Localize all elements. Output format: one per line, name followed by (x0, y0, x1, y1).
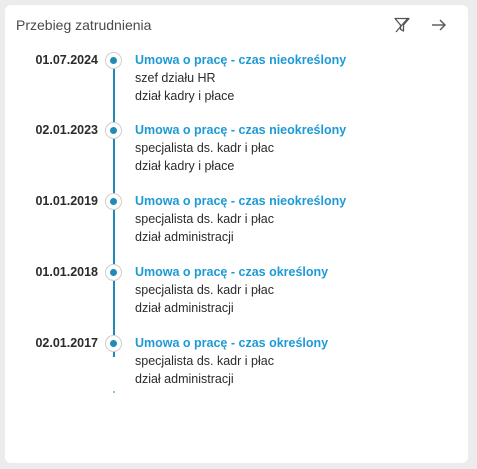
entry-date: 01.07.2024 (35, 53, 98, 67)
entry-position: specjalista ds. kadr i płac (135, 354, 274, 368)
timeline-entry: 02.01.2023 Umowa o pracę - czas nieokreś… (5, 122, 468, 186)
timeline-entry: 01.01.2018 Umowa o pracę - czas określon… (5, 264, 468, 328)
timeline-marker (105, 335, 122, 352)
entry-department: dział kadry i płace (135, 159, 235, 173)
timeline-marker (105, 52, 122, 69)
entry-department: dział administracji (135, 372, 234, 386)
contract-link[interactable]: Umowa o pracę - czas określony (135, 264, 328, 280)
contract-link[interactable]: Umowa o pracę - czas nieokreślony (135, 52, 346, 68)
entry-department: dział kadry i płace (135, 89, 235, 103)
timeline-marker (105, 264, 122, 281)
employment-timeline: 01.07.2024 Umowa o pracę - czas nieokreś… (5, 5, 468, 463)
entry-date: 02.01.2017 (35, 336, 98, 350)
entry-position: specjalista ds. kadr i płac (135, 141, 274, 155)
timeline-entry: 01.07.2024 Umowa o pracę - czas nieokreś… (5, 52, 468, 116)
contract-link[interactable]: Umowa o pracę - czas nieokreślony (135, 122, 346, 138)
contract-link[interactable]: Umowa o pracę - czas określony (135, 335, 328, 351)
entry-date: 01.01.2018 (35, 265, 98, 279)
contract-link[interactable]: Umowa o pracę - czas nieokreślony (135, 193, 346, 209)
employment-history-card: Przebieg zatrudnienia 01.07.2024 Umowa o… (5, 5, 468, 463)
timeline-marker (105, 193, 122, 210)
entry-date: 01.01.2019 (35, 194, 98, 208)
entry-position: specjalista ds. kadr i płac (135, 283, 274, 297)
entry-position: specjalista ds. kadr i płac (135, 212, 274, 226)
timeline-marker (105, 122, 122, 139)
entry-department: dział administracji (135, 301, 234, 315)
timeline-entry: 02.01.2017 Umowa o pracę - czas określon… (5, 335, 468, 399)
entry-department: dział administracji (135, 230, 234, 244)
entry-position: szef działu HR (135, 71, 216, 85)
timeline-entry: 01.01.2019 Umowa o pracę - czas nieokreś… (5, 193, 468, 257)
entry-date: 02.01.2023 (35, 123, 98, 137)
